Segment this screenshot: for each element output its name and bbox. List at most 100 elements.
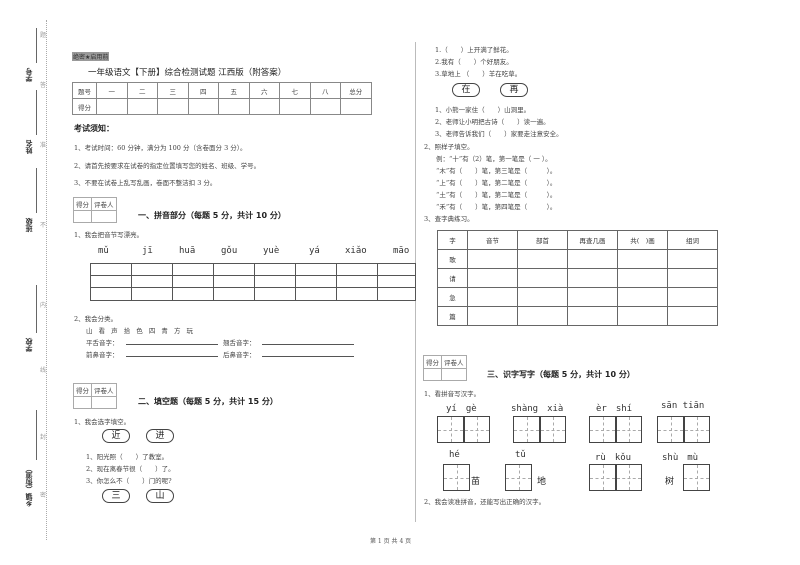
township-field[interactable] xyxy=(36,410,37,460)
score-table: 题号 一 二 三 四 五 六 七 八 总分 得分 xyxy=(72,82,372,115)
dictionary-table: 字 音节 部首 再查几画 共( )画 组词 歌 请 急 篇 xyxy=(437,230,718,326)
dict-cell[interactable] xyxy=(667,249,718,269)
dict-char: 歌 xyxy=(437,249,468,269)
classify-chars: 山 看 声 拾 色 四 青 方 玩 xyxy=(86,327,196,335)
seal-char: 不 xyxy=(40,222,47,229)
grader-score-label: 得分 xyxy=(73,197,92,211)
pinyin-syllable: yá xyxy=(309,246,320,256)
front-nasal-field[interactable] xyxy=(126,356,218,357)
grader-score-label: 得分 xyxy=(423,355,442,369)
score-cell[interactable] xyxy=(157,98,189,115)
grader-reviewer-cell[interactable] xyxy=(441,368,467,381)
dict-cell[interactable] xyxy=(467,268,518,288)
dict-cell[interactable] xyxy=(517,268,568,288)
writing-box[interactable] xyxy=(657,416,684,443)
dict-cell[interactable] xyxy=(567,249,618,269)
dict-cell[interactable] xyxy=(567,306,618,326)
score-header-cell: 四 xyxy=(187,82,219,99)
dict-cell[interactable] xyxy=(467,306,518,326)
score-cell[interactable] xyxy=(248,98,280,115)
pinyin-writing-grid[interactable] xyxy=(90,263,416,301)
section2-title: 二、填空题（每题 5 分，共计 15 分） xyxy=(138,397,278,406)
option-pill: 近 xyxy=(102,429,130,443)
dict-char: 请 xyxy=(437,268,468,288)
school-field[interactable] xyxy=(36,285,37,333)
dict-cell[interactable] xyxy=(517,306,568,326)
grader-reviewer-cell[interactable] xyxy=(91,210,117,223)
name-field[interactable] xyxy=(36,90,37,135)
writing-box[interactable] xyxy=(589,464,616,491)
writing-box[interactable] xyxy=(539,416,566,443)
score-header-cell: 总分 xyxy=(340,82,372,99)
stroke-item: “土”有（ ）笔，第二笔是（ ）。 xyxy=(436,191,557,199)
dict-cell[interactable] xyxy=(467,249,518,269)
dict-header: 字 xyxy=(437,230,468,250)
flat-tongue-field[interactable] xyxy=(126,344,218,345)
page-title: 一年级语文【下册】综合检测试题 江西版（附答案） xyxy=(88,68,287,78)
score-cell[interactable] xyxy=(279,98,311,115)
student-id-field[interactable] xyxy=(36,28,37,63)
pinyin-prompt: èr shí xyxy=(596,404,633,414)
grader-score-cell[interactable] xyxy=(423,368,442,381)
section3-q1: 1、看拼音写汉字。 xyxy=(424,390,481,398)
section2-q2: 2、照样子填空。 xyxy=(424,143,474,151)
back-nasal-label: 后鼻音字： xyxy=(223,351,256,359)
score-header-cell: 五 xyxy=(218,82,250,99)
writing-box[interactable] xyxy=(443,464,470,491)
score-cell[interactable] xyxy=(187,98,219,115)
option-pill: 三 xyxy=(102,489,130,503)
score-cell[interactable] xyxy=(309,98,341,115)
writing-box[interactable] xyxy=(437,416,464,443)
score-cell[interactable] xyxy=(340,98,372,115)
grader-reviewer-cell[interactable] xyxy=(91,396,117,409)
dict-header: 音节 xyxy=(467,230,518,250)
writing-box[interactable] xyxy=(615,464,642,491)
given-char: 地 xyxy=(537,477,547,487)
secret-label: 绝密★启用前 xyxy=(72,52,110,61)
dict-cell[interactable] xyxy=(667,306,718,326)
writing-box[interactable] xyxy=(615,416,642,443)
writing-box[interactable] xyxy=(683,464,710,491)
dict-cell[interactable] xyxy=(467,287,518,307)
curled-tongue-field[interactable] xyxy=(262,344,354,345)
dict-cell[interactable] xyxy=(617,287,668,307)
score-cell[interactable] xyxy=(96,98,128,115)
grader-box: 得分 评卷人 xyxy=(73,197,117,223)
dict-cell[interactable] xyxy=(567,287,618,307)
grader-score-cell[interactable] xyxy=(73,396,92,409)
grader-score-cell[interactable] xyxy=(73,210,92,223)
class-field[interactable] xyxy=(36,168,37,213)
fill-item: 1.（ ）上开满了鲜花。 xyxy=(435,46,513,54)
front-nasal-label: 前鼻音字： xyxy=(86,351,119,359)
fill-item: 1、小熊一家住（ ）山洞里。 xyxy=(435,106,531,114)
seal-char: 封 xyxy=(40,434,47,441)
notice-item: 1、考试时间：60 分钟，满分为 100 分（含卷面分 3 分）。 xyxy=(74,144,247,152)
writing-box[interactable] xyxy=(513,416,540,443)
score-table-value-row: 得分 xyxy=(72,98,372,115)
grader-reviewer-label: 评卷人 xyxy=(441,355,467,369)
dict-cell[interactable] xyxy=(667,268,718,288)
stroke-item: “上”有（ ）笔，第二笔是（ ）。 xyxy=(436,179,557,187)
seal-char: 密 xyxy=(40,492,47,499)
score-cell[interactable] xyxy=(126,98,158,115)
writing-box[interactable] xyxy=(505,464,532,491)
writing-box[interactable] xyxy=(683,416,710,443)
dict-cell[interactable] xyxy=(667,287,718,307)
dict-cell[interactable] xyxy=(617,306,668,326)
grader-reviewer-label: 评卷人 xyxy=(91,383,117,397)
score-header-cell: 七 xyxy=(279,82,311,99)
dict-cell[interactable] xyxy=(617,249,668,269)
dict-cell[interactable] xyxy=(567,268,618,288)
dict-char: 急 xyxy=(437,287,468,307)
writing-box[interactable] xyxy=(589,416,616,443)
back-nasal-field[interactable] xyxy=(262,356,354,357)
dict-cell[interactable] xyxy=(517,287,568,307)
dict-cell[interactable] xyxy=(517,249,568,269)
score-cell[interactable] xyxy=(218,98,250,115)
dict-cell[interactable] xyxy=(617,268,668,288)
given-char: 苗 xyxy=(471,477,481,487)
pinyin-prompt: sān tiān xyxy=(661,401,705,411)
dictionary-row: 篇 xyxy=(437,306,718,326)
writing-box[interactable] xyxy=(463,416,490,443)
dict-header: 部首 xyxy=(517,230,568,250)
